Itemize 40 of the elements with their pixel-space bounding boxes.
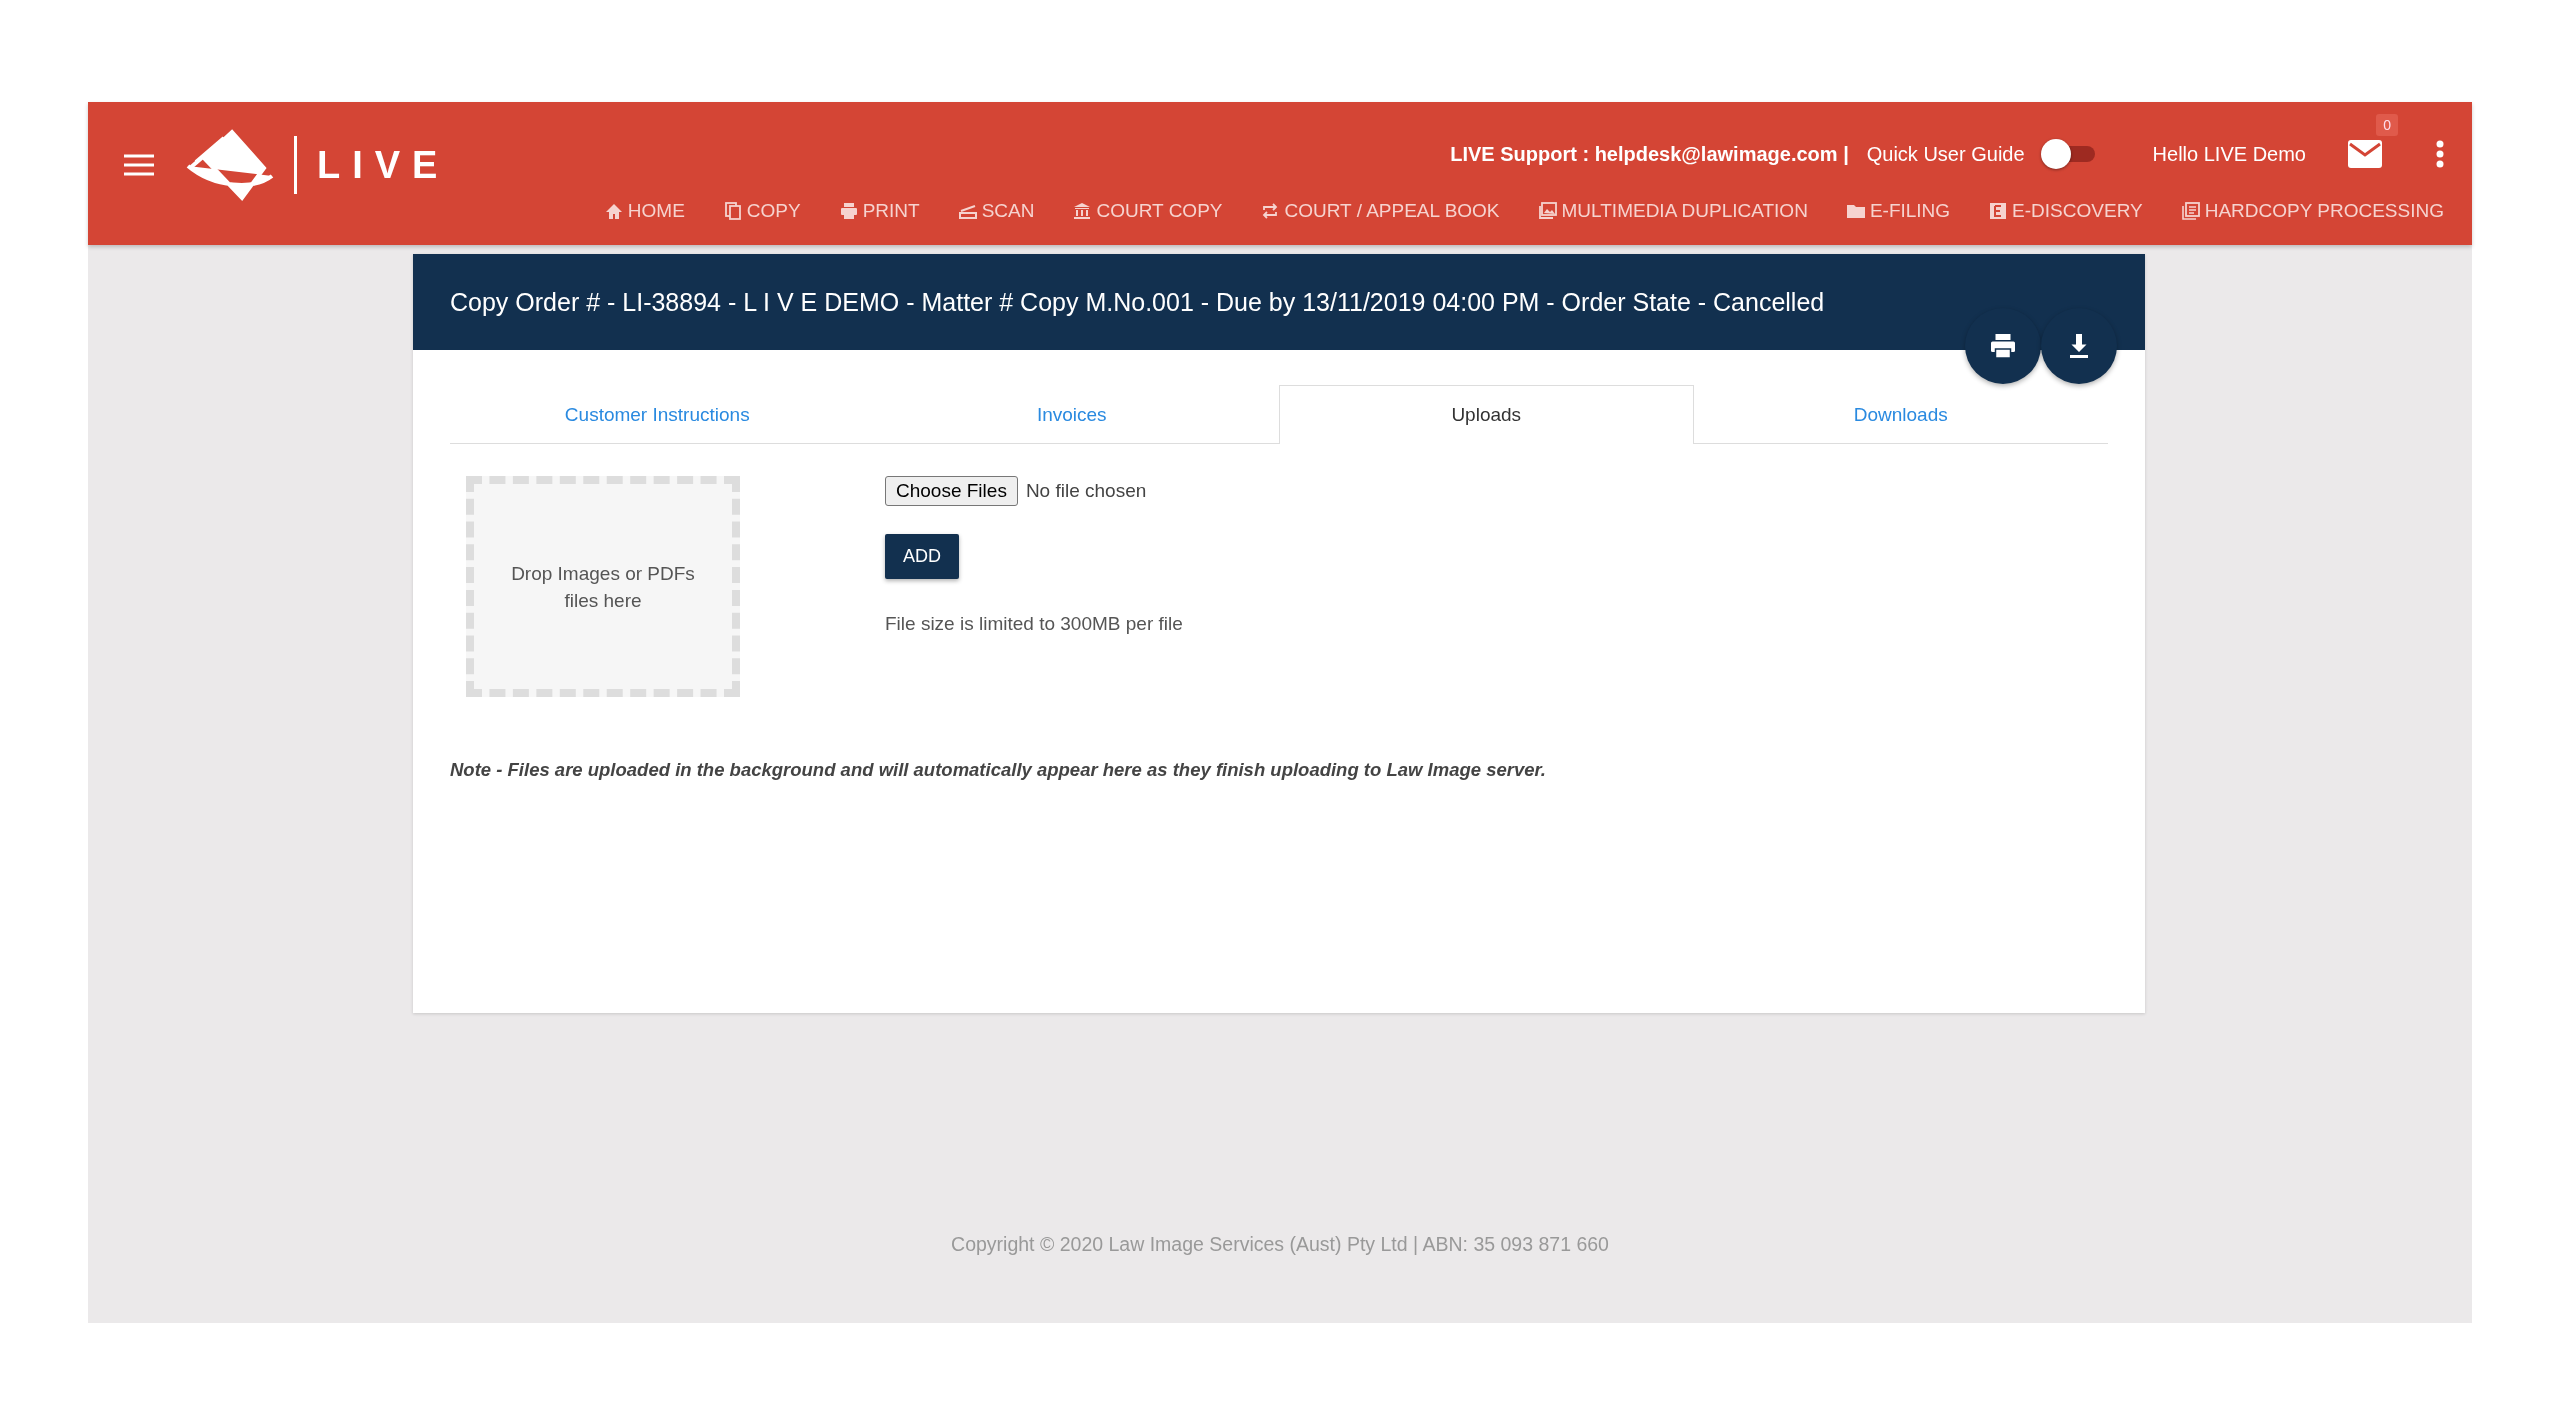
- print-button[interactable]: [1965, 308, 2041, 384]
- file-status: No file chosen: [1025, 480, 1147, 502]
- images-icon: [1537, 201, 1558, 221]
- support-contact: LIVE Support : helpdesk@lawimage.com |: [1450, 142, 1849, 166]
- nav-link[interactable]: PRINT: [838, 200, 920, 222]
- nav-link[interactable]: SCAN: [957, 200, 1035, 222]
- nav-link[interactable]: COPY: [722, 200, 801, 222]
- nav-link[interactable]: HOME: [603, 200, 685, 222]
- tab[interactable]: Downloads: [1693, 385, 2108, 443]
- nav-link[interactable]: E-FILING: [1845, 200, 1951, 222]
- document-stack-icon: [2180, 201, 2201, 221]
- brand-name: LIVE: [294, 136, 450, 194]
- nav-link[interactable]: HARDCOPY PROCESSING: [2180, 200, 2444, 222]
- tab[interactable]: Customer Instructions: [450, 385, 865, 443]
- greeting: Hello LIVE Demo: [2152, 142, 2306, 166]
- order-title: Copy Order # - LI-38894 - L I V E DEMO - Matter # Copy M.No.001 - Due by 13/11/2019 04:00 PM - Order State - Cancelled: [450, 287, 1825, 317]
- nav-link[interactable]: E-DISCOVERY: [1988, 200, 2143, 222]
- more-icon[interactable]: [2436, 140, 2444, 168]
- mail-count-badge: 0: [2376, 114, 2398, 136]
- courthouse-icon: [1072, 201, 1093, 221]
- guide-label: Quick User Guide: [1866, 142, 2025, 166]
- copy-icon: [722, 201, 743, 221]
- tab[interactable]: Invoices: [864, 385, 1279, 443]
- drop-zone[interactable]: Drop Images or PDFs files here: [466, 476, 740, 697]
- add-button[interactable]: ADD: [885, 534, 959, 579]
- nav-link[interactable]: COURT COPY: [1072, 200, 1223, 222]
- choose-files-button[interactable]: Choose Files: [885, 476, 1018, 506]
- guide-toggle[interactable]: [2040, 139, 2097, 169]
- printer-icon: [838, 201, 859, 221]
- print-icon: [1988, 331, 2018, 361]
- menu-icon[interactable]: [124, 154, 154, 176]
- download-button[interactable]: [2041, 308, 2117, 384]
- nav-link[interactable]: COURT / APPEAL BOOK: [1260, 200, 1500, 222]
- tab[interactable]: Uploads: [1279, 385, 1694, 444]
- size-note: File size is limited to 300MB per file: [885, 613, 1183, 635]
- copyright: Copyright © 2020 Law Image Services (Aust) Pty Ltd | ABN: 35 093 871 660: [951, 1233, 1609, 1255]
- nav-link[interactable]: MULTIMEDIA DUPLICATION: [1537, 200, 1808, 222]
- letter-e-icon: [1988, 201, 2009, 221]
- upload-note: Note - Files are uploaded in the background and will automatically appear here as they finish uploading to Law Image server.: [450, 759, 1547, 781]
- mail-icon[interactable]: [2348, 140, 2382, 168]
